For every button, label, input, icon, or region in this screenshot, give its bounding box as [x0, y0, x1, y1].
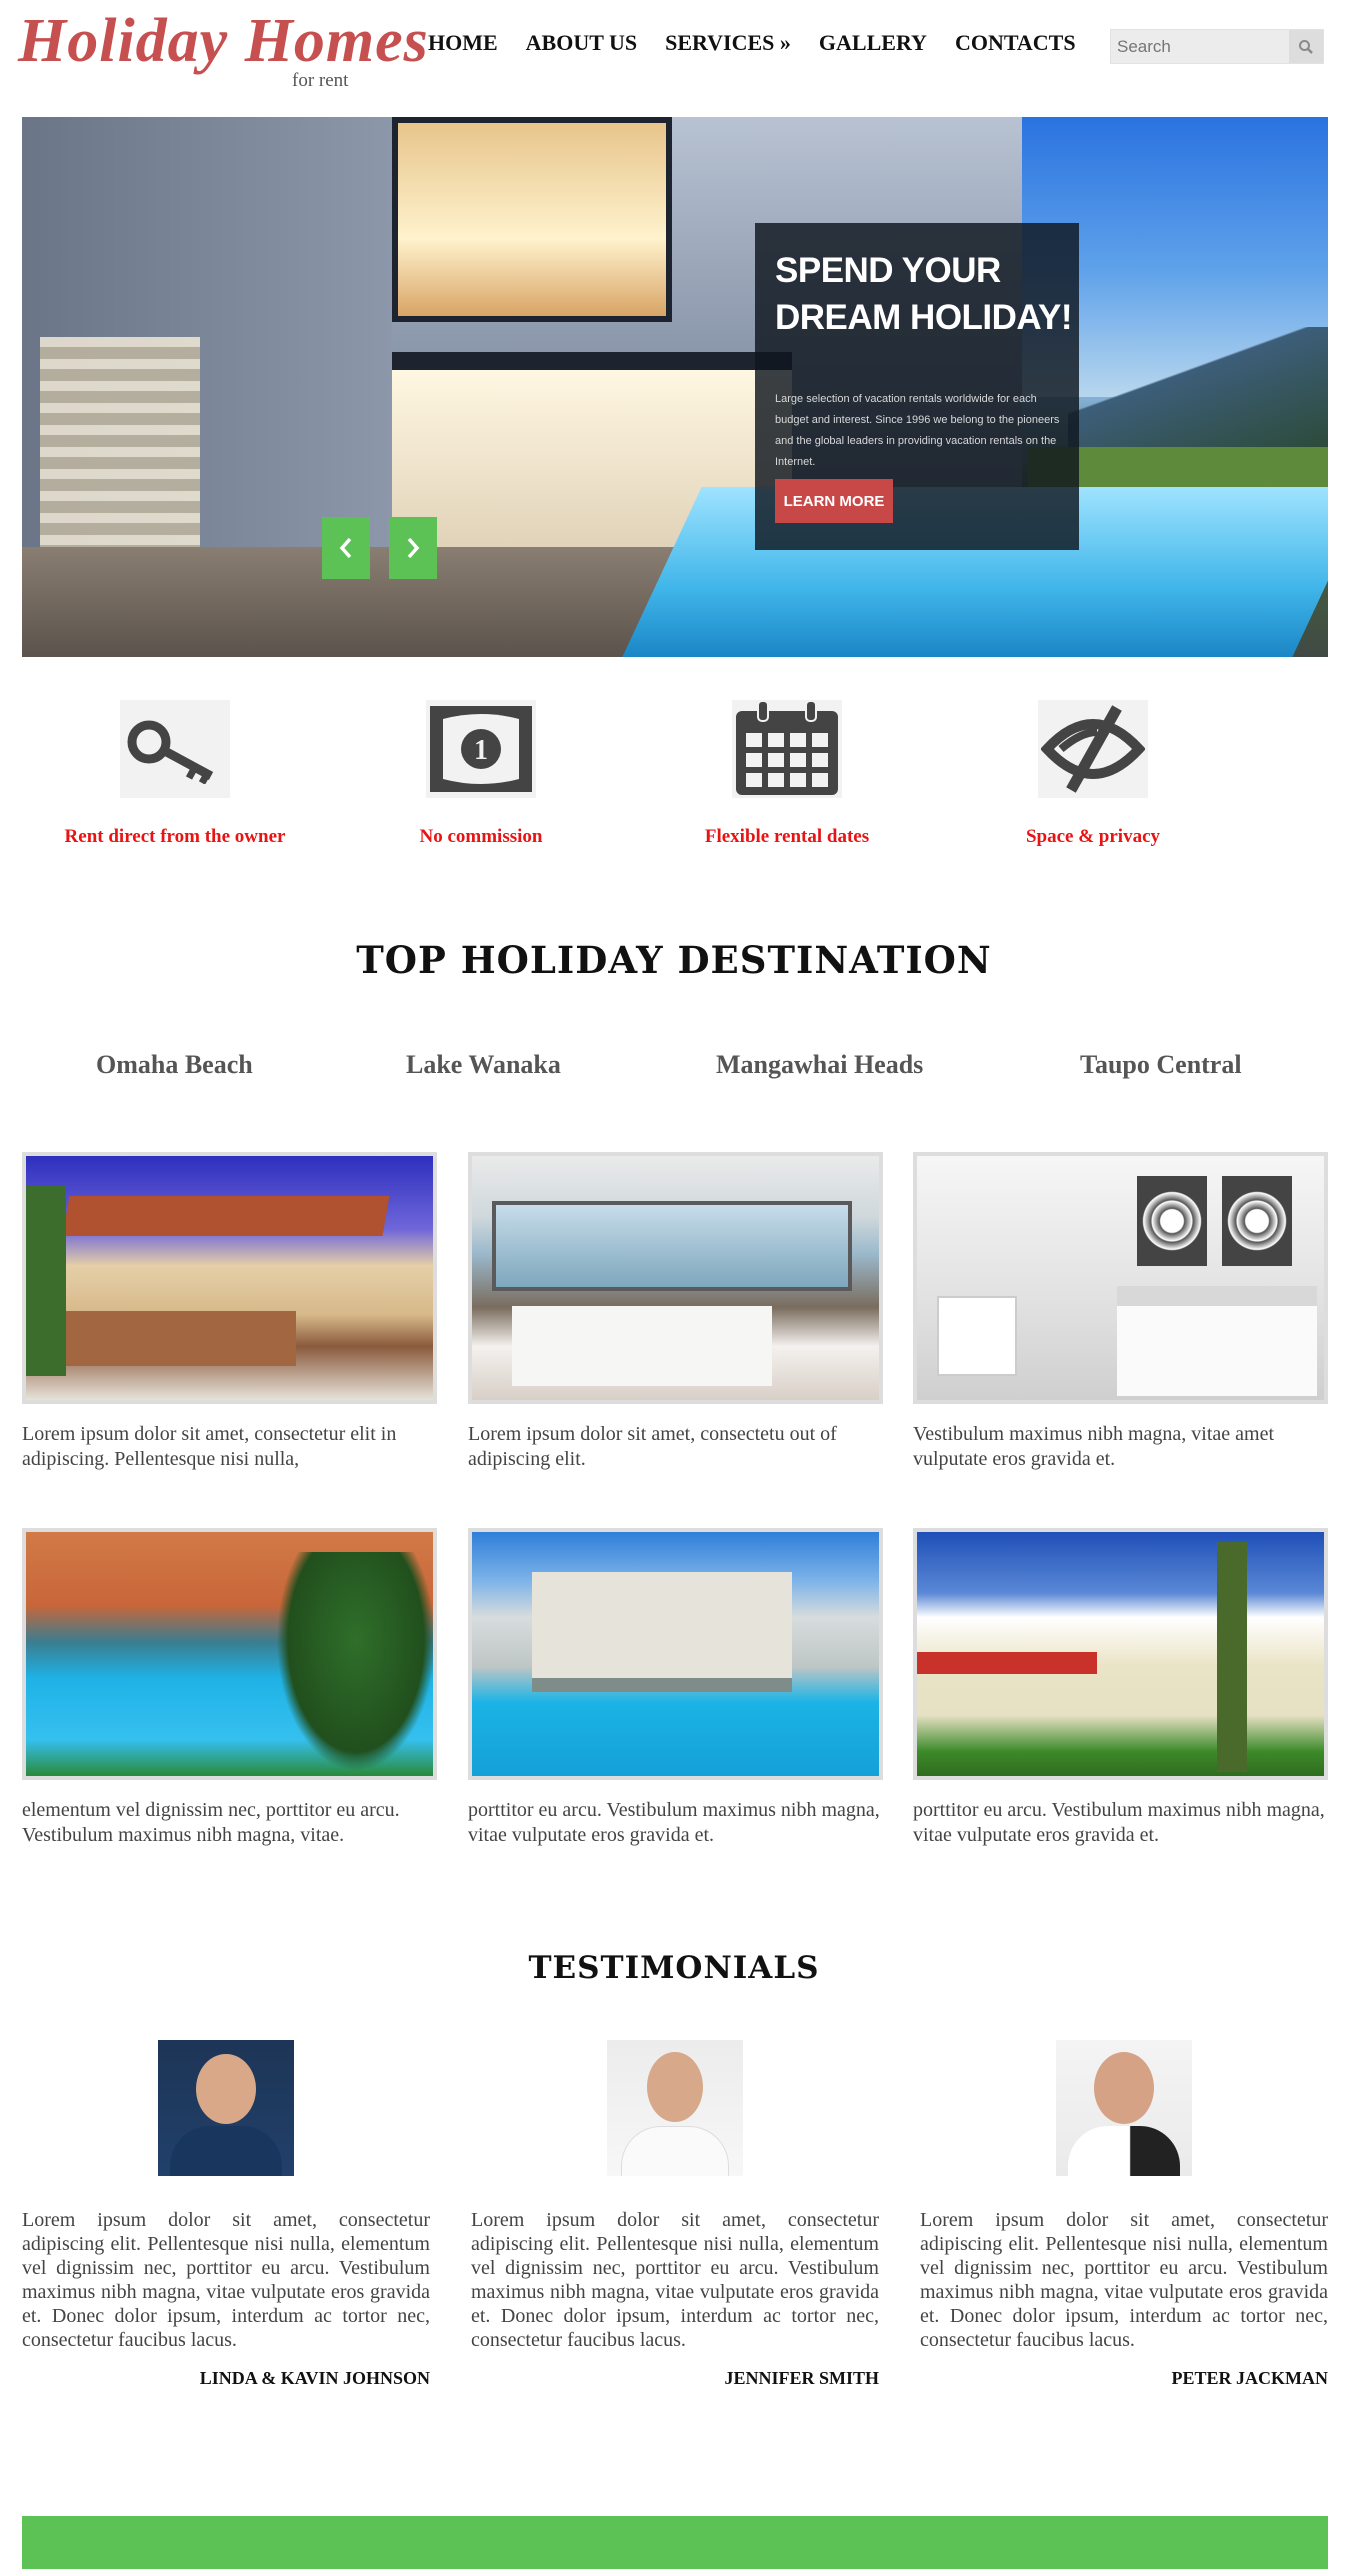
destination-mangawhai-heads[interactable]: Mangawhai Heads	[716, 1050, 923, 1080]
avatar	[607, 2040, 743, 2176]
tree	[276, 1552, 433, 1772]
testimonial-card: Lorem ipsum dolor sit amet, consectetur …	[920, 2040, 1328, 2389]
garage-doors	[56, 1311, 296, 1366]
search-button[interactable]	[1289, 30, 1323, 63]
logo-subtitle: for rent	[292, 70, 349, 91]
avatar	[158, 2040, 294, 2176]
nav-gallery[interactable]: GALLERY	[819, 30, 927, 56]
gallery-card: elementum vel dignissim nec, porttitor e…	[22, 1528, 437, 1848]
gallery-card: porttitor eu arcu. Vestibulum maximus ni…	[913, 1528, 1328, 1848]
gallery-caption: Lorem ipsum dolor sit amet, consectetur …	[22, 1423, 397, 1470]
gallery-card: porttitor eu arcu. Vestibulum maximus ni…	[468, 1528, 883, 1848]
feature-label: Flexible rental dates	[704, 826, 870, 847]
gallery-caption: elementum vel dignissim nec, porttitor e…	[22, 1799, 400, 1846]
gallery-image[interactable]	[22, 1152, 437, 1404]
feature-label: No commission	[419, 826, 543, 847]
gallery-card: Lorem ipsum dolor sit amet, consectetu o…	[468, 1152, 883, 1472]
gallery-image[interactable]	[468, 1152, 883, 1404]
testimonial-author: JENNIFER SMITH	[724, 2368, 879, 2388]
nav-services[interactable]: SERVICES »	[665, 30, 791, 56]
hero-caption: SPEND YOUR DREAM HOLIDAY! Large selectio…	[755, 223, 1079, 550]
dresser	[937, 1296, 1017, 1376]
hero-mountains	[1068, 327, 1328, 447]
testimonial-text: Lorem ipsum dolor sit amet, consectetur …	[22, 2209, 430, 2351]
feature-icon-box	[1038, 700, 1148, 798]
testimonial-text: Lorem ipsum dolor sit amet, consectetur …	[471, 2209, 879, 2351]
house-roof	[917, 1652, 1097, 1674]
slider-next-button[interactable]	[389, 517, 437, 579]
destinations-title: TOP HOLIDAY DESTINATION	[356, 938, 992, 982]
testimonial-author: LINDA & KAVIN JOHNSON	[199, 2368, 430, 2388]
logo-title: Holiday Homes	[18, 7, 429, 75]
gallery-image[interactable]	[913, 1152, 1328, 1404]
window-view	[492, 1201, 852, 1291]
feature-item: Rent direct from the owner	[22, 700, 328, 848]
bed	[512, 1306, 772, 1386]
avatar-body	[621, 2126, 729, 2176]
learn-more-button[interactable]: LEARN MORE	[775, 479, 893, 523]
bed	[1117, 1286, 1317, 1396]
gallery-image[interactable]	[468, 1528, 883, 1780]
search-icon	[1299, 39, 1313, 54]
house-roof	[62, 1196, 390, 1236]
gallery-card: Vestibulum maximus nibh magna, vitae ame…	[913, 1152, 1328, 1472]
feature-label: Rent direct from the owner	[64, 826, 286, 847]
nav-about-us[interactable]: ABOUT US	[526, 30, 637, 56]
hero-text: Large selection of vacation rentals worl…	[775, 393, 1060, 468]
key-icon	[127, 720, 214, 784]
feature-item: Flexible rental dates	[634, 700, 940, 848]
wall-art	[1222, 1176, 1292, 1266]
main-nav: HOME ABOUT US SERVICES » GALLERY CONTACT…	[428, 30, 1104, 56]
chevron-right-icon	[407, 537, 420, 559]
footer-bar	[22, 2516, 1328, 2569]
hero-slider: SPEND YOUR DREAM HOLIDAY! Large selectio…	[22, 117, 1328, 657]
testimonial-card: Lorem ipsum dolor sit amet, consectetur …	[22, 2040, 430, 2389]
avatar-body	[170, 2126, 282, 2176]
hero-title: SPEND YOUR DREAM HOLIDAY!	[775, 251, 1073, 337]
feature-icon-box	[120, 700, 230, 798]
svg-text:1: 1	[474, 735, 488, 766]
slider-prev-button[interactable]	[322, 517, 370, 579]
avatar-face	[196, 2054, 256, 2124]
feature-item: Space & privacy	[940, 700, 1246, 848]
destination-taupo-central[interactable]: Taupo Central	[1080, 1050, 1242, 1080]
avatar	[1056, 2040, 1192, 2176]
testimonial-text: Lorem ipsum dolor sit amet, consectetur …	[920, 2209, 1328, 2351]
gallery-card: Lorem ipsum dolor sit amet, consectetur …	[22, 1152, 437, 1472]
palm-tree	[1217, 1542, 1247, 1772]
banknote-icon: 1	[430, 706, 532, 792]
gallery-image[interactable]	[913, 1528, 1328, 1780]
nav-home[interactable]: HOME	[428, 30, 498, 56]
site-header: Holiday Homes for rent HOME ABOUT US SER…	[0, 0, 1348, 100]
resort-building	[532, 1572, 792, 1692]
gallery-caption: porttitor eu arcu. Vestibulum maximus ni…	[468, 1799, 880, 1846]
destination-omaha-beach[interactable]: Omaha Beach	[96, 1050, 253, 1080]
avatar-face	[647, 2052, 703, 2122]
gallery-caption: Vestibulum maximus nibh magna, vitae ame…	[913, 1423, 1275, 1470]
calendar-icon	[736, 701, 838, 795]
feature-item: 1 No commission	[328, 700, 634, 848]
gallery-image[interactable]	[22, 1528, 437, 1780]
testimonials-title: TESTIMONIALS	[528, 1950, 820, 1986]
testimonial-card: Lorem ipsum dolor sit amet, consectetur …	[471, 2040, 879, 2389]
testimonial-author: PETER JACKMAN	[1171, 2368, 1329, 2388]
hero-house-upper-window	[392, 117, 672, 322]
palm-tree	[26, 1186, 66, 1376]
features-row: Rent direct from the owner 1 No commissi…	[22, 700, 1328, 860]
search-box	[1110, 29, 1324, 64]
gallery-caption: porttitor eu arcu. Vestibulum maximus ni…	[913, 1799, 1325, 1846]
avatar-face	[1094, 2052, 1154, 2124]
wall-art	[1137, 1176, 1207, 1266]
logo[interactable]: Holiday Homes for rent	[18, 7, 429, 91]
feature-label: Space & privacy	[1025, 826, 1161, 847]
avatar-body	[1068, 2126, 1180, 2176]
feature-icon-box: 1	[426, 700, 536, 798]
gallery-caption: Lorem ipsum dolor sit amet, consectetu o…	[468, 1423, 837, 1470]
destination-lake-wanaka[interactable]: Lake Wanaka	[406, 1050, 561, 1080]
search-input[interactable]	[1111, 30, 1289, 63]
hidden-eye-icon	[1041, 705, 1145, 793]
feature-icon-box	[732, 700, 842, 798]
chevron-left-icon	[339, 537, 352, 559]
nav-contacts[interactable]: CONTACTS	[955, 30, 1076, 56]
